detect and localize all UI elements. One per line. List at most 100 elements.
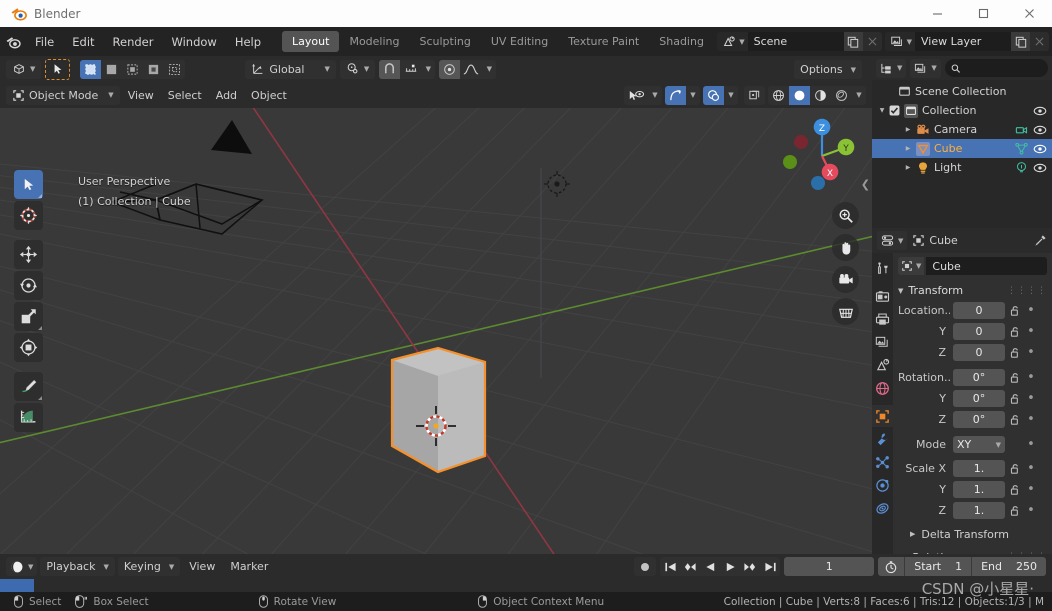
unlock-icon[interactable] bbox=[1008, 505, 1022, 517]
shading-dropdown[interactable]: ▼ bbox=[852, 86, 866, 105]
view-layer-new-button[interactable] bbox=[1011, 32, 1030, 51]
disclosure-triangle-icon[interactable]: ▶ bbox=[902, 126, 914, 133]
snap-dropdown[interactable]: ▼ bbox=[421, 60, 435, 79]
view-layer-browse-button[interactable]: ▼ bbox=[884, 32, 915, 51]
menu-edit[interactable]: Edit bbox=[63, 27, 103, 56]
overlays-icon[interactable] bbox=[703, 85, 724, 105]
select-difference-icon[interactable] bbox=[143, 60, 164, 79]
transform-panel-header[interactable]: ▼ Transform ⋮⋮⋮⋮ bbox=[898, 281, 1047, 300]
disclosure-triangle-icon[interactable]: ▶ bbox=[902, 145, 914, 152]
animate-dot-icon[interactable]: • bbox=[1025, 392, 1037, 405]
rotation-x-field[interactable]: 0° bbox=[953, 369, 1005, 386]
properties-tab-world[interactable] bbox=[872, 377, 893, 399]
unlock-icon[interactable] bbox=[1008, 305, 1022, 317]
animate-dot-icon[interactable]: • bbox=[1025, 325, 1037, 338]
snap-increment-icon[interactable] bbox=[400, 60, 421, 79]
view-layer-name-field[interactable]: View Layer bbox=[915, 32, 1011, 51]
blender-menu-icon[interactable] bbox=[0, 27, 26, 56]
jump-to-end-icon[interactable] bbox=[760, 557, 780, 576]
tool-move[interactable] bbox=[14, 240, 43, 269]
properties-tab-scene[interactable] bbox=[872, 354, 893, 376]
outliner-row-scene-collection[interactable]: Scene Collection bbox=[872, 82, 1052, 101]
outliner-editor-type-button[interactable]: ▼ bbox=[876, 58, 907, 78]
transform-orientation-button[interactable]: Global ▼ bbox=[245, 59, 336, 79]
outliner-search-field[interactable] bbox=[964, 61, 1042, 75]
view-layer-remove-button[interactable] bbox=[1030, 32, 1049, 51]
editor-type-button[interactable]: ▼ bbox=[6, 59, 42, 79]
viewport-menu-view[interactable]: View bbox=[122, 86, 160, 105]
unlock-icon[interactable] bbox=[1008, 372, 1022, 384]
viewport-menu-select[interactable]: Select bbox=[162, 86, 208, 105]
timeline-menu-marker[interactable]: Marker bbox=[224, 557, 274, 576]
rotation-z-field[interactable]: 0° bbox=[953, 411, 1005, 428]
timeline-menu-view[interactable]: View bbox=[183, 557, 221, 576]
collection-checkbox[interactable] bbox=[889, 105, 900, 116]
menu-window[interactable]: Window bbox=[162, 27, 225, 56]
visibility-dropdown[interactable]: ▼ bbox=[648, 86, 662, 105]
viewport-options-button[interactable]: Options ▼ bbox=[794, 60, 862, 79]
select-set-icon[interactable] bbox=[80, 59, 102, 79]
properties-tab-output[interactable] bbox=[872, 308, 893, 330]
interaction-mode-button[interactable]: Object Mode ▼ bbox=[6, 85, 120, 105]
mesh-object-data-icon[interactable] bbox=[1015, 142, 1028, 155]
timeline-editor-type-button[interactable]: ▼ bbox=[6, 557, 38, 576]
properties-tab-particles[interactable] bbox=[872, 451, 893, 473]
animate-dot-icon[interactable]: • bbox=[1025, 462, 1037, 475]
unlock-icon[interactable] bbox=[1008, 393, 1022, 405]
visibility-eye-icon[interactable] bbox=[1033, 162, 1047, 174]
scene-browse-button[interactable]: ▼ bbox=[717, 32, 748, 51]
shading-material-icon[interactable] bbox=[810, 86, 831, 105]
rotation-y-field[interactable]: 0° bbox=[953, 390, 1005, 407]
outliner-row-collection[interactable]: ▼ Collection bbox=[872, 101, 1052, 120]
outliner-row-light[interactable]: ▶ Light bbox=[872, 158, 1052, 177]
properties-editor-type-button[interactable]: ▼ bbox=[877, 231, 908, 250]
tool-transform[interactable] bbox=[14, 333, 43, 362]
scale-z-field[interactable]: 1. bbox=[953, 502, 1005, 519]
light-object-data-icon[interactable] bbox=[1015, 161, 1028, 174]
tab-texture-paint[interactable]: Texture Paint bbox=[558, 31, 649, 52]
menu-file[interactable]: File bbox=[26, 27, 63, 56]
zoom-magnifier-icon[interactable] bbox=[832, 202, 859, 229]
tab-uv-editing[interactable]: UV Editing bbox=[481, 31, 558, 52]
pin-icon[interactable] bbox=[1034, 234, 1047, 247]
jump-to-next-keyframe-icon[interactable] bbox=[740, 557, 760, 576]
shading-wireframe-icon[interactable] bbox=[768, 86, 789, 105]
timeline-playhead[interactable] bbox=[0, 579, 34, 592]
unlock-icon[interactable] bbox=[1008, 484, 1022, 496]
snap-magnet-toggle[interactable] bbox=[379, 59, 401, 79]
smooth-falloff-icon[interactable] bbox=[460, 60, 482, 79]
disclosure-triangle-icon[interactable]: ▶ bbox=[902, 164, 914, 171]
jump-to-prev-keyframe-icon[interactable] bbox=[680, 557, 700, 576]
gizmo-dropdown[interactable]: ▼ bbox=[686, 86, 700, 105]
select-subtract-icon[interactable] bbox=[122, 60, 143, 79]
frame-range-stopwatch-icon[interactable] bbox=[878, 557, 905, 576]
menu-render[interactable]: Render bbox=[104, 27, 163, 56]
animate-dot-icon[interactable]: • bbox=[1025, 304, 1037, 317]
gizmo-icon[interactable] bbox=[665, 85, 686, 105]
proportional-editing-icon[interactable] bbox=[439, 59, 461, 79]
outliner-row-cube[interactable]: ▶ Cube bbox=[872, 139, 1052, 158]
menu-help[interactable]: Help bbox=[226, 27, 270, 56]
tab-shading[interactable]: Shading bbox=[649, 31, 714, 52]
visibility-eye-icon[interactable] bbox=[1033, 124, 1047, 136]
select-invert-icon[interactable] bbox=[164, 60, 185, 79]
visibility-eye-icon[interactable] bbox=[1033, 143, 1047, 155]
sidebar-collapse-arrow-icon[interactable]: ❮ bbox=[861, 178, 870, 191]
properties-tab-object[interactable] bbox=[872, 405, 893, 427]
scene-unlink-button[interactable] bbox=[862, 32, 882, 51]
unlock-icon[interactable] bbox=[1008, 347, 1022, 359]
animate-dot-icon[interactable]: • bbox=[1025, 438, 1037, 451]
location-z-field[interactable]: 0 bbox=[953, 344, 1005, 361]
close-button[interactable] bbox=[1006, 0, 1052, 27]
current-frame-field[interactable]: 1 bbox=[784, 557, 875, 576]
scale-x-field[interactable]: 1. bbox=[953, 460, 1005, 477]
pan-hand-icon[interactable] bbox=[832, 234, 859, 261]
tool-tweak[interactable] bbox=[14, 170, 43, 199]
unlock-icon[interactable] bbox=[1008, 326, 1022, 338]
jump-to-start-icon[interactable] bbox=[660, 557, 680, 576]
animate-dot-icon[interactable]: • bbox=[1025, 483, 1037, 496]
play-forward-icon[interactable] bbox=[720, 557, 740, 576]
timeline-menu-keying[interactable]: Keying ▼ bbox=[117, 557, 181, 576]
outliner-filter-button[interactable]: ▼ bbox=[910, 58, 941, 78]
object-visibility-icon[interactable] bbox=[624, 86, 648, 105]
